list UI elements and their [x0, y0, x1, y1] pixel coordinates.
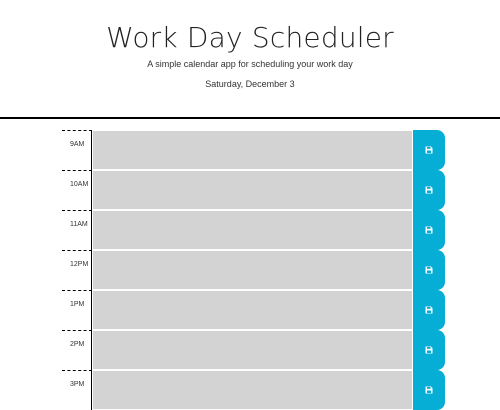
page-subtitle: A simple calendar app for scheduling you…	[147, 59, 353, 69]
time-block-row: 1PM	[62, 290, 445, 330]
save-icon	[425, 266, 433, 274]
time-block-row: 10AM	[62, 170, 445, 210]
time-block-list: 9AM 10AM 11AM 12PM 1PM 2PM 3PM	[62, 130, 445, 410]
time-block-description[interactable]	[93, 330, 413, 370]
time-block-description[interactable]	[93, 130, 413, 170]
save-button[interactable]	[413, 130, 445, 170]
hour-label: 1PM	[62, 290, 92, 330]
time-block-row: 12PM	[62, 250, 445, 290]
page-title: Work Day Scheduler	[106, 21, 394, 54]
save-icon	[425, 346, 433, 354]
header: Work Day Scheduler A simple calendar app…	[0, 0, 500, 118]
time-block-row: 9AM	[62, 130, 445, 170]
save-icon	[425, 186, 433, 194]
save-icon	[425, 226, 433, 234]
save-button[interactable]	[413, 330, 445, 370]
hour-label: 3PM	[62, 370, 92, 410]
save-button[interactable]	[413, 170, 445, 210]
save-icon	[425, 306, 433, 314]
save-icon	[425, 146, 433, 154]
save-button[interactable]	[413, 290, 445, 330]
hour-label: 11AM	[62, 210, 92, 250]
header-divider	[0, 117, 500, 119]
hour-label: 2PM	[62, 330, 92, 370]
save-button[interactable]	[413, 370, 445, 410]
time-block-description[interactable]	[93, 170, 413, 210]
hour-label: 10AM	[62, 170, 92, 210]
time-block-description[interactable]	[93, 290, 413, 330]
time-block-row: 2PM	[62, 330, 445, 370]
current-day: Saturday, December 3	[205, 79, 295, 89]
hour-label: 9AM	[62, 130, 92, 170]
time-block-row: 11AM	[62, 210, 445, 250]
time-block-description[interactable]	[93, 210, 413, 250]
time-block-description[interactable]	[93, 370, 413, 410]
save-icon	[425, 386, 433, 394]
time-block-row: 3PM	[62, 370, 445, 410]
time-block-description[interactable]	[93, 250, 413, 290]
save-button[interactable]	[413, 250, 445, 290]
save-button[interactable]	[413, 210, 445, 250]
hour-label: 12PM	[62, 250, 92, 290]
